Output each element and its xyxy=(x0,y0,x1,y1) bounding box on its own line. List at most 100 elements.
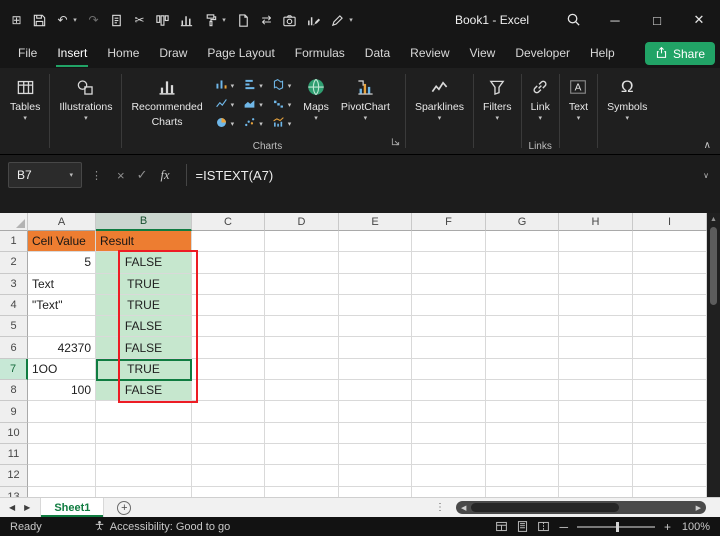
column-header-g[interactable]: G xyxy=(486,213,559,231)
column-header-b[interactable]: B xyxy=(96,213,192,231)
cell-A2[interactable]: 5 xyxy=(28,252,96,274)
symbols-button[interactable]: Ω Symbols ▾ xyxy=(601,72,653,125)
illustrations-button[interactable]: Illustrations ▾ xyxy=(53,72,118,125)
scroll-right-icon[interactable]: ▶ xyxy=(696,504,701,512)
cell-C13[interactable] xyxy=(192,486,265,497)
cell-A12[interactable] xyxy=(28,465,96,487)
accessibility-status[interactable]: Accessibility: Good to go xyxy=(94,520,230,534)
cell-E3[interactable] xyxy=(339,273,412,295)
tab-data[interactable]: Data xyxy=(355,40,400,68)
cell-H3[interactable] xyxy=(559,273,633,295)
cell-A1[interactable]: Cell Value xyxy=(28,231,96,253)
cell-G12[interactable] xyxy=(486,465,559,487)
cell-E5[interactable] xyxy=(339,316,412,338)
cell-B3[interactable]: TRUE xyxy=(96,273,192,295)
cell-G6[interactable] xyxy=(486,337,559,359)
row-header-13[interactable]: 13 xyxy=(0,486,28,497)
vertical-scrollbar-thumb[interactable] xyxy=(710,227,717,305)
tab-formulas[interactable]: Formulas xyxy=(285,40,355,68)
cell-E10[interactable] xyxy=(339,422,412,444)
cell-D10[interactable] xyxy=(265,422,339,444)
cell-B5[interactable]: FALSE xyxy=(96,316,192,338)
cell-B11[interactable] xyxy=(96,443,192,466)
pivotchart-button[interactable]: PivotChart ▾ xyxy=(335,72,396,125)
cell-I10[interactable] xyxy=(633,422,707,444)
cell-B2[interactable]: FALSE xyxy=(96,252,192,274)
insert-combo-chart-button[interactable]: ▾ xyxy=(269,115,295,134)
cell-B9[interactable] xyxy=(96,401,192,423)
insert-column-chart-button[interactable]: ▾ xyxy=(212,77,238,96)
cell-I5[interactable] xyxy=(633,316,707,338)
minimize-button[interactable]: ─ xyxy=(594,0,636,40)
horizontal-scrollbar-thumb[interactable] xyxy=(471,503,620,512)
zoom-slider[interactable] xyxy=(576,521,655,532)
cell-B10[interactable] xyxy=(96,422,192,444)
cell-C12[interactable] xyxy=(192,465,265,487)
cell-G4[interactable] xyxy=(486,294,559,317)
cell-I9[interactable] xyxy=(633,401,707,423)
cell-C4[interactable] xyxy=(192,294,265,317)
cell-B12[interactable] xyxy=(96,465,192,487)
column-header-i[interactable]: I xyxy=(633,213,707,231)
column-header-d[interactable]: D xyxy=(265,213,339,231)
cell-A6[interactable]: 42370 xyxy=(28,337,96,359)
cell-E12[interactable] xyxy=(339,465,412,487)
bar-chart-icon[interactable] xyxy=(179,12,194,28)
cell-A11[interactable] xyxy=(28,443,96,466)
cell-C1[interactable] xyxy=(192,231,265,253)
insert-function-icon[interactable]: fx xyxy=(161,168,170,183)
cell-E4[interactable] xyxy=(339,294,412,317)
cell-F3[interactable] xyxy=(412,273,486,295)
maps-button[interactable]: Maps ▾ xyxy=(297,72,335,125)
cancel-icon[interactable]: × xyxy=(117,168,125,183)
row-header-7[interactable]: 7 xyxy=(0,358,28,381)
row-header-9[interactable]: 9 xyxy=(0,401,28,423)
column-header-a[interactable]: A xyxy=(28,213,96,231)
tab-scroll-divider[interactable]: ⋮ xyxy=(435,502,445,513)
cell-E9[interactable] xyxy=(339,401,412,423)
tab-help[interactable]: Help xyxy=(580,40,625,68)
sheet-nav-right-icon[interactable]: ▶ xyxy=(24,503,30,512)
cell-H13[interactable] xyxy=(559,486,633,497)
status-mode[interactable]: Ready xyxy=(10,521,42,533)
cell-I3[interactable] xyxy=(633,273,707,295)
cell-G2[interactable] xyxy=(486,252,559,274)
horizontal-scrollbar[interactable]: ◀ ▶ xyxy=(456,501,706,514)
cell-G10[interactable] xyxy=(486,422,559,444)
cell-D4[interactable] xyxy=(265,294,339,317)
insert-scatter-chart-button[interactable]: ▾ xyxy=(240,115,266,134)
cell-A3[interactable]: Text xyxy=(28,273,96,295)
cell-E11[interactable] xyxy=(339,443,412,466)
link-button[interactable]: Link ▾ xyxy=(525,72,556,125)
cell-F13[interactable] xyxy=(412,486,486,497)
tab-view[interactable]: View xyxy=(460,40,506,68)
row-header-3[interactable]: 3 xyxy=(0,273,28,295)
insert-bar-chart-button[interactable]: ▾ xyxy=(240,77,266,96)
cell-H12[interactable] xyxy=(559,465,633,487)
cell-I8[interactable] xyxy=(633,380,707,402)
cell-A8[interactable]: 100 xyxy=(28,380,96,402)
tab-draw[interactable]: Draw xyxy=(149,40,197,68)
cell-F6[interactable] xyxy=(412,337,486,359)
cell-B7[interactable]: TRUE xyxy=(96,358,192,381)
cell-D11[interactable] xyxy=(265,443,339,466)
sparklines-button[interactable]: Sparklines ▾ xyxy=(409,72,470,125)
cell-F4[interactable] xyxy=(412,294,486,317)
cell-F12[interactable] xyxy=(412,465,486,487)
cell-H9[interactable] xyxy=(559,401,633,423)
cell-D13[interactable] xyxy=(265,486,339,497)
cell-C8[interactable] xyxy=(192,380,265,402)
cell-E6[interactable] xyxy=(339,337,412,359)
format-painter-icon[interactable] xyxy=(203,12,218,28)
chart-draw-icon[interactable] xyxy=(306,12,321,28)
insert-line-chart-button[interactable]: ▾ xyxy=(212,96,238,115)
cell-D1[interactable] xyxy=(265,231,339,253)
cell-G7[interactable] xyxy=(486,358,559,381)
cell-H8[interactable] xyxy=(559,380,633,402)
insert-map-chart-button[interactable]: ▾ xyxy=(269,77,295,96)
cell-B13[interactable] xyxy=(96,486,192,497)
row-header-4[interactable]: 4 xyxy=(0,294,28,317)
cell-A5[interactable] xyxy=(28,316,96,338)
tab-home[interactable]: Home xyxy=(97,40,149,68)
zoom-in-button[interactable]: + xyxy=(664,520,671,534)
